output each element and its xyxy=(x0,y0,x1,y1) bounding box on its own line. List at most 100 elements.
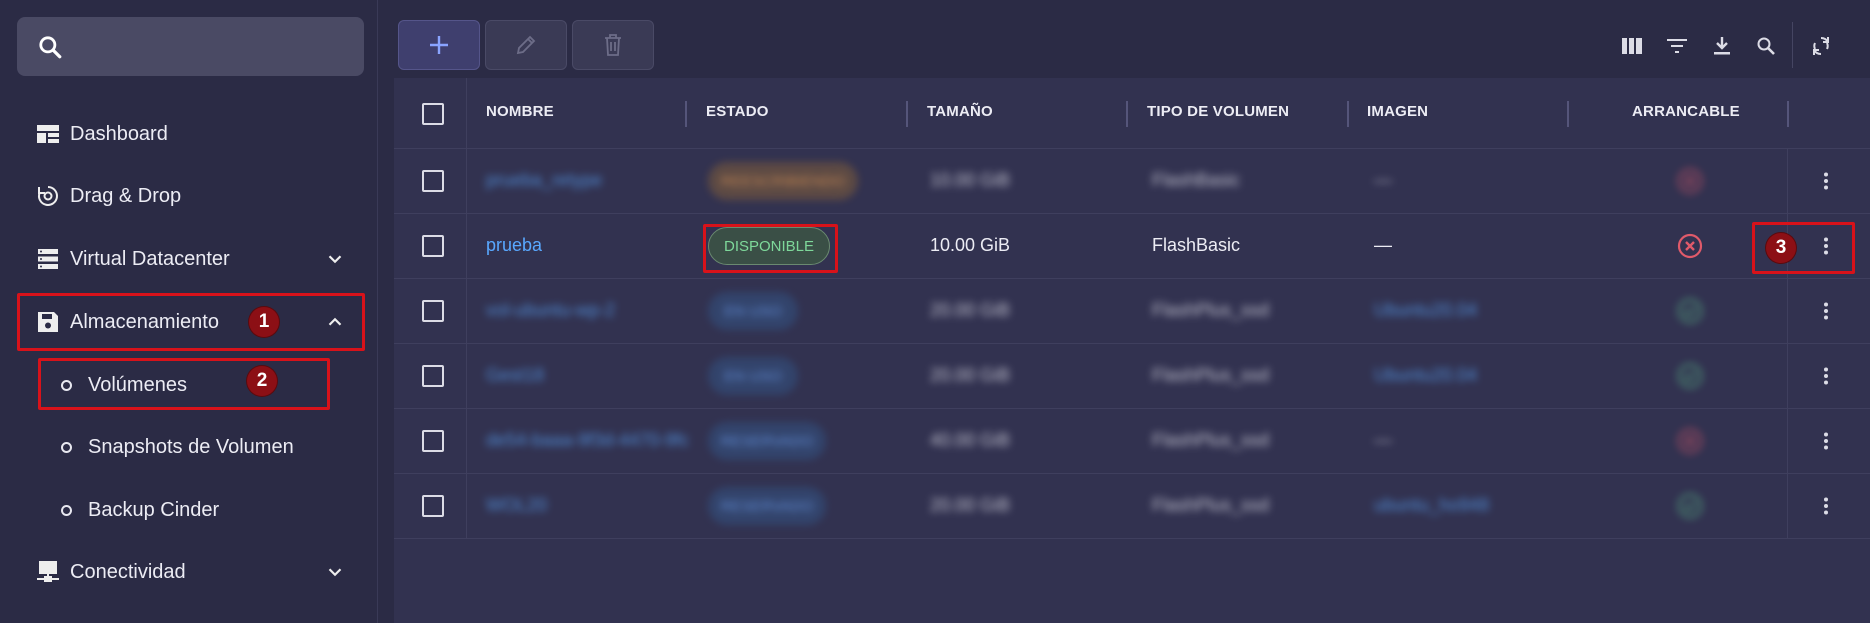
row-checkbox[interactable] xyxy=(422,365,444,387)
column-divider xyxy=(1787,279,1788,343)
volume-name-link[interactable]: Gest18 xyxy=(486,365,544,386)
volume-image[interactable]: Ubuntu20.04 xyxy=(1374,300,1477,321)
column-resizer[interactable] xyxy=(1126,101,1128,127)
filter-icon[interactable] xyxy=(1665,34,1689,58)
row-actions-icon[interactable] xyxy=(1814,364,1838,388)
column-divider xyxy=(1787,474,1788,538)
volume-name-link[interactable]: vol-ubuntu-wp-2 xyxy=(486,300,615,321)
sidebar-subitem-snapshots[interactable]: Snapshots de Volumen xyxy=(0,421,377,473)
volume-size: 20.00 GiB xyxy=(930,365,1011,385)
status-badge: EN USO xyxy=(708,292,798,330)
delete-button[interactable] xyxy=(572,20,654,70)
row-checkbox[interactable] xyxy=(422,170,444,192)
sidebar-subitem-label: Backup Cinder xyxy=(88,498,220,521)
sidebar-item-conectividad[interactable]: Conectividad xyxy=(0,546,377,598)
volume-size: 10.00 GiB xyxy=(930,170,1011,190)
column-header-tipo[interactable]: TIPO DE VOLUMEN xyxy=(1147,103,1289,120)
row-actions-icon[interactable] xyxy=(1814,429,1838,453)
drag-drop-icon xyxy=(36,184,60,208)
column-resizer[interactable] xyxy=(1787,101,1789,127)
volume-name-link[interactable]: de54-baaa-9f3d-4470-9fc xyxy=(486,430,689,451)
volume-type: FlashPlus_ssd xyxy=(1152,365,1270,385)
column-resizer[interactable] xyxy=(1567,101,1569,127)
volume-type: FlashPlus_ssd xyxy=(1152,430,1270,450)
volume-image[interactable]: Ubuntu20.04 xyxy=(1374,365,1477,386)
row-checkbox[interactable] xyxy=(422,430,444,452)
select-all-checkbox[interactable] xyxy=(422,103,444,125)
column-divider xyxy=(1787,409,1788,473)
column-divider xyxy=(466,78,467,148)
volume-name-link[interactable]: WOL20 xyxy=(486,495,547,516)
table-row[interactable]: vol-ubuntu-wp-2 EN USO 20.00 GiB FlashPlus_… xyxy=(394,279,1870,344)
status-badge: RESERVADO xyxy=(708,422,826,460)
volume-size: 20.00 GiB xyxy=(930,495,1011,515)
sidebar-item-dashboard[interactable]: Dashboard xyxy=(0,108,377,160)
columns-icon[interactable] xyxy=(1620,34,1644,58)
edit-button[interactable] xyxy=(485,20,567,70)
volume-type: FlashBasic xyxy=(1152,235,1241,255)
check-circle-icon xyxy=(1677,363,1703,389)
search-icon[interactable] xyxy=(1754,34,1778,58)
table-row[interactable]: prueba DISPONIBLE 10.00 GiB FlashBasic — xyxy=(394,214,1870,279)
volume-image: — xyxy=(1374,170,1392,190)
volumes-table: NOMBRE ESTADO TAMAÑO TIPO DE VOLUMEN IMA… xyxy=(394,78,1870,623)
volume-size: 40.00 GiB xyxy=(930,430,1011,450)
table-header: NOMBRE ESTADO TAMAÑO TIPO DE VOLUMEN IMA… xyxy=(394,78,1870,149)
table-row[interactable]: de54-baaa-9f3d-4470-9fc RESERVADO 40.00 Gi… xyxy=(394,409,1870,474)
table-row[interactable]: WOL20 RESERVADO 20.00 GiB FlashPlus_ssd ubun… xyxy=(394,474,1870,539)
search-icon xyxy=(39,36,62,59)
add-button[interactable] xyxy=(398,20,480,70)
sidebar-item-drag-drop[interactable]: Drag & Drop xyxy=(0,170,377,222)
column-divider xyxy=(466,214,467,278)
row-actions-icon[interactable] xyxy=(1814,494,1838,518)
row-actions-icon[interactable] xyxy=(1814,299,1838,323)
row-checkbox[interactable] xyxy=(422,495,444,517)
column-resizer[interactable] xyxy=(685,101,687,127)
table-row[interactable]: prueba_retype REESCRIBIENDO 10.00 GiB Flash… xyxy=(394,149,1870,214)
column-divider xyxy=(466,344,467,408)
column-header-arrancable[interactable]: ARRANCABLE xyxy=(1632,103,1740,120)
circle-icon xyxy=(61,504,72,516)
sidebar-subitem-backup-cinder[interactable]: Backup Cinder xyxy=(0,484,377,536)
search-input[interactable] xyxy=(17,17,364,76)
sidebar-subitem-label: Snapshots de Volumen xyxy=(88,435,294,458)
server-icon xyxy=(36,247,60,271)
volume-name-link[interactable]: prueba xyxy=(486,235,542,256)
row-actions-icon[interactable] xyxy=(1814,169,1838,193)
chevron-down-icon xyxy=(328,568,342,577)
step-badge: 1 xyxy=(249,307,279,337)
column-divider xyxy=(1787,149,1788,213)
table-row[interactable]: Gest18 EN USO 20.00 GiB FlashPlus_ssd Ubuntu… xyxy=(394,344,1870,409)
column-resizer[interactable] xyxy=(906,101,908,127)
volume-size: 10.00 GiB xyxy=(930,235,1011,255)
volume-type: FlashBasic xyxy=(1152,170,1241,190)
volume-type: FlashPlus_ssd xyxy=(1152,300,1270,320)
x-circle-icon xyxy=(1677,168,1703,194)
row-checkbox[interactable] xyxy=(422,235,444,257)
column-header-tamano[interactable]: TAMAÑO xyxy=(927,103,993,120)
check-circle-icon xyxy=(1677,493,1703,519)
sidebar-item-label: Dashboard xyxy=(70,122,168,145)
volume-name-link[interactable]: prueba_retype xyxy=(486,170,602,191)
plus-icon xyxy=(430,36,448,54)
chevron-down-icon xyxy=(328,255,342,264)
sidebar-item-virtual-datacenter[interactable]: Virtual Datacenter xyxy=(0,233,377,285)
download-icon[interactable] xyxy=(1710,34,1734,58)
step-badge: 3 xyxy=(1766,233,1796,263)
column-header-imagen[interactable]: IMAGEN xyxy=(1367,103,1428,120)
status-badge: REESCRIBIENDO xyxy=(708,162,858,200)
column-divider xyxy=(466,149,467,213)
row-checkbox[interactable] xyxy=(422,300,444,322)
step-badge: 2 xyxy=(247,366,277,396)
volume-image[interactable]: ubuntu_ho948 xyxy=(1374,495,1489,516)
volume-image: — xyxy=(1374,235,1392,255)
column-resizer[interactable] xyxy=(1347,101,1349,127)
network-icon xyxy=(36,560,60,584)
column-header-estado[interactable]: ESTADO xyxy=(706,103,769,120)
dashboard-icon xyxy=(36,122,60,146)
pencil-icon xyxy=(516,35,536,55)
sidebar-item-label: Virtual Datacenter xyxy=(70,247,230,270)
refresh-icon[interactable] xyxy=(1809,34,1833,58)
column-header-nombre[interactable]: NOMBRE xyxy=(486,103,554,120)
circle-icon xyxy=(61,441,72,453)
